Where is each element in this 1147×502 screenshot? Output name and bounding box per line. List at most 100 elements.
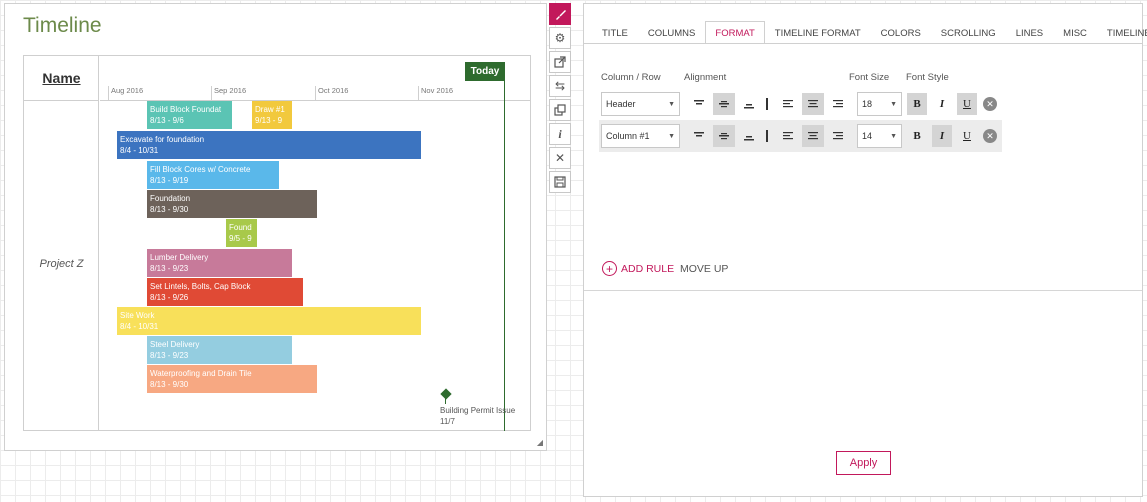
align-right-icon[interactable] — [827, 125, 849, 147]
tab-lines[interactable]: LINES — [1006, 21, 1053, 44]
align-bottom-icon[interactable] — [738, 93, 760, 115]
task-name: Found — [229, 223, 252, 232]
task-bar[interactable]: Build Block Foundat 8/13 - 9/6 — [147, 101, 232, 129]
format-rule-row: Column #1 ▼ 14 ▼ B I U ✕ — [599, 120, 1002, 152]
swap-icon[interactable]: ⇆ — [549, 75, 571, 97]
delete-rule-icon[interactable]: ✕ — [983, 97, 997, 111]
month-label: Sep 2016 — [211, 86, 246, 101]
tab-scrolling[interactable]: SCROLLING — [931, 21, 1006, 44]
task-dates: 8/4 - 10/31 — [120, 322, 159, 331]
milestone-label: Building Permit Issue 11/7 — [440, 405, 515, 427]
timeline-title: Timeline — [23, 14, 102, 37]
tab-bar: TITLE COLUMNS FORMAT TIMELINE FORMAT COL… — [592, 21, 1147, 44]
task-bar[interactable]: Waterproofing and Drain Tile 8/13 - 9/30 — [147, 365, 317, 393]
tab-format[interactable]: FORMAT — [705, 21, 765, 44]
brush-icon[interactable] — [549, 3, 571, 25]
align-center-icon[interactable] — [802, 125, 824, 147]
tabs-divider — [584, 43, 1142, 44]
tab-columns[interactable]: COLUMNS — [638, 21, 706, 44]
align-left-icon[interactable] — [777, 125, 799, 147]
resize-grip-icon[interactable]: ◢ — [537, 438, 543, 447]
tab-colors[interactable]: COLORS — [871, 21, 931, 44]
task-name: Excavate for foundation — [120, 135, 205, 144]
italic-button[interactable]: I — [932, 125, 952, 147]
align-bottom-icon[interactable] — [738, 125, 760, 147]
task-dates: 8/13 - 9/6 — [150, 116, 184, 125]
task-name: Foundation — [150, 194, 191, 203]
milestone-date: 11/7 — [440, 417, 455, 426]
task-bar[interactable]: Excavate for foundation 8/4 - 10/31 — [117, 131, 421, 159]
target-select[interactable]: Header ▼ — [601, 92, 680, 116]
move-up-button[interactable]: MOVE UP — [680, 263, 728, 275]
italic-button[interactable]: I — [932, 93, 952, 115]
task-bar[interactable]: Fill Block Cores w/ Concrete 8/13 - 9/19 — [147, 161, 279, 189]
apply-button[interactable]: Apply — [836, 451, 891, 475]
target-select[interactable]: Column #1 ▼ — [601, 124, 680, 148]
task-name: Waterproofing and Drain Tile — [150, 369, 252, 378]
format-rule-row: Header ▼ 18 ▼ B I U ✕ — [599, 88, 1002, 120]
copy-icon[interactable] — [549, 99, 571, 121]
task-name: Lumber Delivery — [150, 253, 209, 262]
task-bar[interactable]: Found 9/5 - 9 — [226, 219, 257, 247]
font-size-value: 14 — [862, 131, 873, 141]
tab-timeline-format[interactable]: TIMELINE FORMAT — [765, 21, 871, 44]
align-left-icon[interactable] — [777, 93, 799, 115]
bold-button[interactable]: B — [907, 125, 927, 147]
close-icon[interactable]: ✕ — [549, 147, 571, 169]
save-icon[interactable] — [549, 171, 571, 193]
today-badge: Today — [465, 62, 505, 81]
tab-timeline[interactable]: TIMELINE — [1097, 21, 1147, 44]
tab-title[interactable]: TITLE — [592, 21, 638, 44]
align-middle-icon[interactable] — [713, 125, 735, 147]
task-dates: 9/5 - 9 — [229, 234, 252, 243]
info-icon[interactable]: i — [549, 123, 571, 145]
add-rule-button[interactable]: + ADD RULE — [602, 261, 674, 276]
external-link-icon[interactable] — [549, 51, 571, 73]
align-right-icon[interactable] — [827, 93, 849, 115]
target-select-value: Column #1 — [606, 131, 650, 141]
task-bar[interactable]: Lumber Delivery 8/13 - 9/23 — [147, 249, 292, 277]
name-column-header[interactable]: Name — [24, 56, 99, 101]
task-bar[interactable]: Foundation 8/13 - 9/30 — [147, 190, 317, 218]
font-style-label: Font Style — [906, 72, 949, 83]
task-dates: 8/4 - 10/31 — [120, 146, 159, 155]
timeline-grid: Name Project Z Aug 2016 Sep 2016 Oct 201… — [23, 55, 531, 431]
month-label: Nov 2016 — [418, 86, 453, 101]
chevron-down-icon: ▼ — [668, 100, 675, 108]
task-bar[interactable]: Draw #1 9/13 - 9 — [252, 101, 292, 129]
tab-misc[interactable]: MISC — [1053, 21, 1097, 44]
task-bar[interactable]: Set Lintels, Bolts, Cap Block 8/13 - 9/2… — [147, 278, 303, 306]
align-top-icon[interactable] — [688, 93, 710, 115]
task-name: Fill Block Cores w/ Concrete — [150, 165, 251, 174]
font-size-select[interactable]: 14 ▼ — [857, 124, 902, 148]
task-dates: 8/13 - 9/23 — [150, 351, 189, 360]
column-row-label: Column / Row — [601, 72, 661, 83]
month-label: Oct 2016 — [315, 86, 348, 101]
task-dates: 8/13 - 9/26 — [150, 293, 189, 302]
task-bar[interactable]: Site Work 8/4 - 10/31 — [117, 307, 421, 335]
side-toolbar: ⚙ ⇆ i ✕ — [549, 3, 571, 195]
separator — [766, 130, 768, 142]
align-middle-icon[interactable] — [713, 93, 735, 115]
bold-button[interactable]: B — [907, 93, 927, 115]
timeline-panel: Timeline Name Project Z Aug 2016 Sep 201… — [4, 3, 547, 451]
task-bar[interactable]: Steel Delivery 8/13 - 9/23 — [147, 336, 292, 364]
task-dates: 8/13 - 9/30 — [150, 380, 189, 389]
target-select-value: Header — [606, 99, 636, 109]
align-center-icon[interactable] — [802, 93, 824, 115]
delete-rule-icon[interactable]: ✕ — [983, 129, 997, 143]
task-name: Draw #1 — [255, 105, 285, 114]
underline-button[interactable]: U — [957, 125, 977, 147]
gear-icon[interactable]: ⚙ — [549, 27, 571, 49]
align-top-icon[interactable] — [688, 125, 710, 147]
underline-button[interactable]: U — [957, 93, 977, 115]
task-name: Build Block Foundat — [150, 105, 222, 114]
milestone-diamond-icon[interactable] — [440, 388, 452, 400]
task-dates: 8/13 - 9/19 — [150, 176, 189, 185]
month-label: Aug 2016 — [108, 86, 143, 101]
separator — [766, 98, 768, 110]
chevron-down-icon: ▼ — [890, 132, 897, 140]
panel-divider — [584, 290, 1142, 291]
milestone-stem — [445, 396, 446, 404]
font-size-select[interactable]: 18 ▼ — [857, 92, 902, 116]
